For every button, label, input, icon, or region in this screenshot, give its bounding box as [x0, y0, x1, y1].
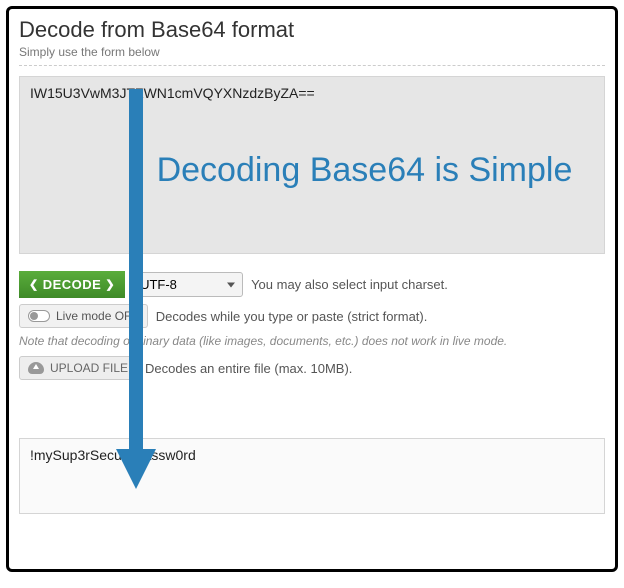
- divider: [19, 65, 605, 66]
- encoded-input[interactable]: [19, 76, 605, 254]
- upload-hint: Decodes an entire file (max. 10MB).: [145, 361, 352, 376]
- toggle-icon: [28, 310, 50, 322]
- panel: Decode from Base64 format Simply use the…: [6, 6, 618, 572]
- live-mode-note: Note that decoding of binary data (like …: [19, 334, 605, 348]
- live-mode-toggle[interactable]: Live mode OFF: [19, 304, 148, 328]
- page-title: Decode from Base64 format: [19, 17, 605, 43]
- upload-label: UPLOAD FILE: [50, 361, 128, 375]
- chevron-right-icon: ❯: [105, 278, 115, 291]
- live-mode-hint: Decodes while you type or paste (strict …: [156, 309, 428, 324]
- upload-file-button[interactable]: UPLOAD FILE: [19, 356, 137, 380]
- charset-hint: You may also select input charset.: [251, 277, 448, 292]
- decode-button-label: DECODE: [43, 277, 102, 292]
- charset-select[interactable]: UTF-8: [133, 272, 243, 297]
- live-mode-label: Live mode OFF: [56, 309, 139, 323]
- decode-button[interactable]: ❮ DECODE ❯: [19, 271, 125, 298]
- controls: ❮ DECODE ❯ UTF-8 You may also select inp…: [19, 271, 605, 380]
- chevron-left-icon: ❮: [29, 278, 39, 291]
- decoded-output[interactable]: !mySup3rSecurePassw0rd: [19, 438, 605, 514]
- upload-icon: [28, 362, 44, 374]
- charset-select-wrap: UTF-8: [133, 272, 243, 297]
- page-subtitle: Simply use the form below: [19, 45, 605, 59]
